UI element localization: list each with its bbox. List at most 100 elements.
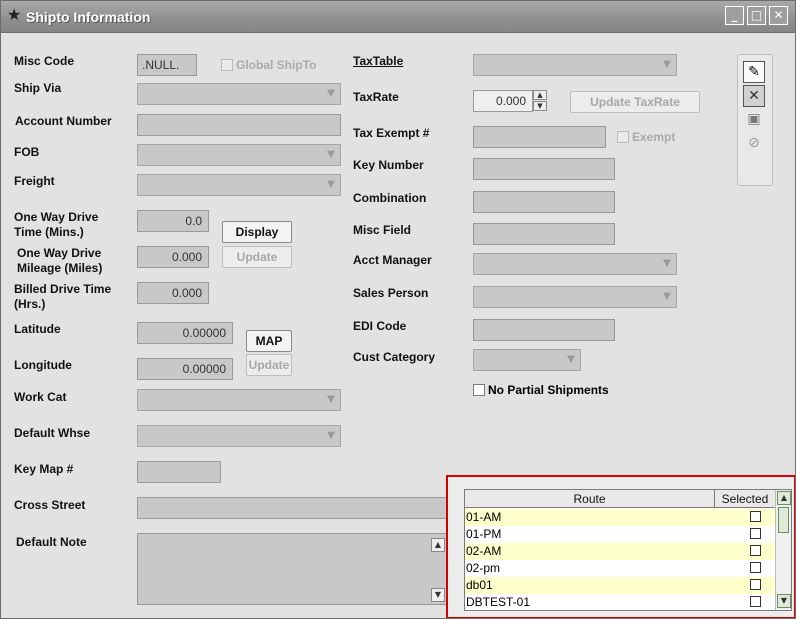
maximize-button[interactable]: □ (747, 6, 766, 25)
edi-code-label: EDI Code (353, 319, 407, 333)
drive-time-label-1: One Way Drive (14, 210, 99, 224)
route-row[interactable]: db01 (465, 577, 775, 594)
route-selected-checkbox[interactable] (750, 596, 761, 607)
scroll-down-icon[interactable]: ▼ (431, 588, 445, 602)
scroll-up-icon[interactable]: ▲ (431, 538, 445, 552)
route-name: 02-AM (466, 544, 502, 558)
acct-manager-label: Acct Manager (353, 253, 432, 267)
fob-select[interactable]: ▼ (137, 144, 341, 166)
key-number-field[interactable] (473, 158, 615, 180)
route-row[interactable]: 01-AM (465, 509, 775, 526)
latitude-label: Latitude (14, 322, 61, 336)
route-name: 01-PM (466, 527, 502, 541)
freight-label: Freight (14, 174, 55, 188)
exempt-label: Exempt (632, 130, 676, 144)
app-star-icon: ★ (7, 5, 22, 24)
work-cat-label: Work Cat (14, 390, 67, 404)
account-number-field[interactable] (137, 114, 341, 136)
longitude-field[interactable]: 0.00000 (137, 358, 233, 380)
record-toolbox: ✎ ✕ ▣ ⊘ (737, 54, 773, 186)
chevron-down-icon: ▼ (327, 394, 335, 405)
spin-down-icon[interactable]: ▼ (533, 101, 547, 111)
route-name: 02-pm (466, 561, 501, 575)
freight-select[interactable]: ▼ (137, 174, 341, 196)
cross-street-label: Cross Street (14, 498, 86, 512)
route-selected-checkbox[interactable] (750, 528, 761, 539)
key-number-label: Key Number (353, 158, 424, 172)
sales-person-select[interactable]: ▼ (473, 286, 677, 308)
route-column-header[interactable]: Route (465, 490, 715, 508)
spin-up-icon[interactable]: ▲ (533, 90, 547, 100)
drive-update-button[interactable]: Update (222, 246, 292, 268)
map-button[interactable]: MAP (246, 330, 292, 352)
global-shipto-checkbox[interactable] (221, 59, 233, 71)
route-name: db01 (466, 578, 493, 592)
cross-street-field[interactable] (137, 497, 447, 519)
routes-grid[interactable]: Route Selected 01-AM 01-PM 02-AM 02-pm d… (464, 489, 792, 611)
billed-time-label-1: Billed Drive Time (14, 282, 112, 296)
sales-person-label: Sales Person (353, 286, 429, 300)
route-name: 01-AM (466, 510, 502, 524)
billed-time-field[interactable]: 0.000 (137, 282, 209, 304)
global-shipto-label: Global ShipTo (236, 58, 317, 72)
scroll-up-icon[interactable]: ▲ (777, 491, 791, 505)
fob-label: FOB (14, 145, 40, 159)
ship-via-select[interactable]: ▼ (137, 83, 341, 105)
title-bar[interactable]: ★ Shipto Information _ □ ✕ (1, 1, 795, 33)
routes-scrollbar[interactable]: ▲ ▼ (775, 490, 791, 610)
cust-category-select[interactable]: ▼ (473, 349, 581, 371)
tax-table-label[interactable]: TaxTable (353, 54, 403, 69)
update-taxrate-button[interactable]: Update TaxRate (570, 91, 700, 113)
misc-field-field[interactable] (473, 223, 615, 245)
longitude-label: Longitude (14, 358, 72, 372)
save-icon[interactable]: ▣ (743, 109, 765, 131)
edit-icon[interactable]: ✎ (743, 61, 765, 83)
drive-time-field[interactable]: 0.0 (137, 210, 209, 232)
chevron-down-icon: ▼ (327, 88, 335, 99)
route-row[interactable]: 02-pm (465, 560, 775, 577)
default-whse-label: Default Whse (14, 426, 91, 440)
latitude-field[interactable]: 0.00000 (137, 322, 233, 344)
route-name: DBTEST-01 (466, 595, 531, 609)
route-selected-checkbox[interactable] (750, 511, 761, 522)
drive-mileage-field[interactable]: 0.000 (137, 246, 209, 268)
tax-exempt-field[interactable] (473, 126, 606, 148)
chevron-down-icon: ▼ (327, 430, 335, 441)
key-map-label: Key Map # (14, 462, 74, 476)
route-selected-checkbox[interactable] (750, 562, 761, 573)
close-button[interactable]: ✕ (769, 6, 788, 25)
account-number-label: Account Number (15, 114, 112, 128)
disable-icon[interactable]: ⊘ (743, 133, 765, 155)
combination-field[interactable] (473, 191, 615, 213)
scroll-thumb[interactable] (778, 507, 789, 533)
shipto-window: ★ Shipto Information _ □ ✕ Misc Code .NU… (0, 0, 796, 619)
display-button[interactable]: Display (222, 221, 292, 243)
cancel-icon[interactable]: ✕ (743, 85, 765, 107)
map-update-button[interactable]: Update (246, 354, 292, 376)
drive-time-label-2: Time (Mins.) (14, 225, 84, 239)
default-note-textarea[interactable]: ▲ ▼ (137, 533, 447, 605)
key-map-field[interactable] (137, 461, 221, 483)
chevron-down-icon: ▼ (567, 354, 575, 365)
combination-label: Combination (353, 191, 427, 205)
scroll-down-icon[interactable]: ▼ (777, 594, 791, 608)
route-selected-checkbox[interactable] (750, 545, 761, 556)
tax-table-select[interactable]: ▼ (473, 54, 677, 76)
route-row[interactable]: 01-PM (465, 526, 775, 543)
route-row[interactable]: 02-AM (465, 543, 775, 560)
no-partial-label: No Partial Shipments (488, 383, 609, 397)
tax-rate-spinner[interactable]: ▲ ▼ (533, 90, 547, 112)
exempt-checkbox[interactable] (617, 131, 629, 143)
misc-code-field[interactable]: .NULL. (137, 54, 197, 76)
selected-column-header[interactable]: Selected (715, 490, 775, 508)
tax-rate-field[interactable]: 0.000 (473, 90, 533, 112)
edi-code-field[interactable] (473, 319, 615, 341)
minimize-button[interactable]: _ (725, 6, 744, 25)
work-cat-select[interactable]: ▼ (137, 389, 341, 411)
acct-manager-select[interactable]: ▼ (473, 253, 677, 275)
no-partial-checkbox[interactable] (473, 384, 485, 396)
billed-time-label-2: (Hrs.) (14, 297, 46, 311)
default-whse-select[interactable]: ▼ (137, 425, 341, 447)
route-row[interactable]: DBTEST-01 (465, 594, 775, 610)
route-selected-checkbox[interactable] (750, 579, 761, 590)
